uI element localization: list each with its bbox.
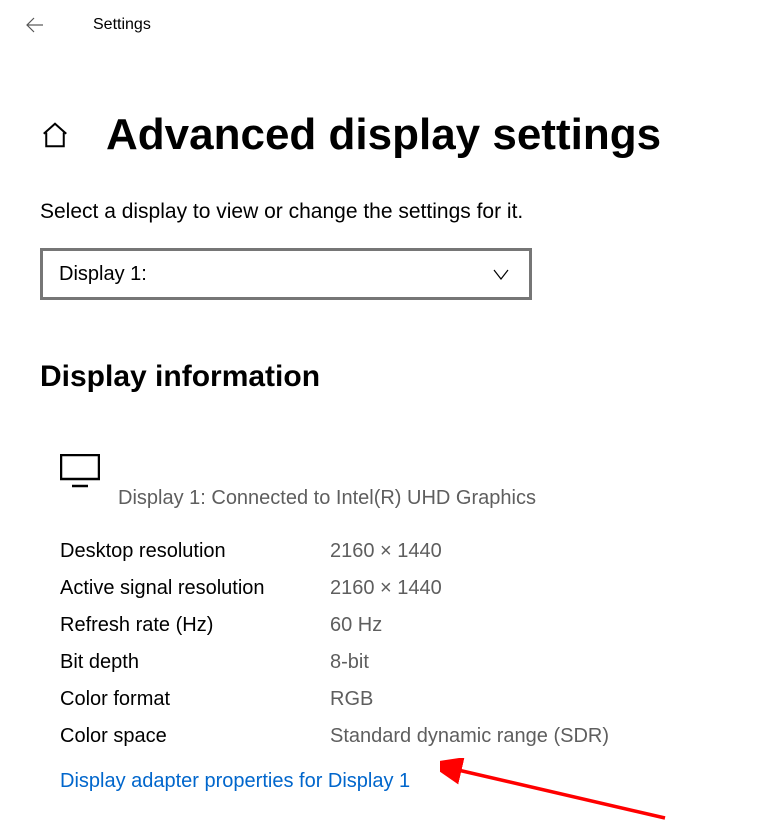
chevron-down-icon — [489, 262, 513, 286]
info-row: Refresh rate (Hz) 60 Hz — [60, 614, 726, 637]
info-row: Color format RGB — [60, 688, 726, 711]
display-adapter-properties-link[interactable]: Display adapter properties for Display 1 — [60, 770, 410, 793]
info-value: RGB — [330, 688, 373, 711]
info-value: 8-bit — [330, 651, 369, 674]
info-row: Active signal resolution 2160 × 1440 — [60, 577, 726, 600]
info-row: Desktop resolution 2160 × 1440 — [60, 540, 726, 563]
monitor-icon — [60, 454, 100, 488]
info-label: Refresh rate (Hz) — [60, 614, 330, 637]
header-bar: Settings — [0, 0, 766, 50]
display-select-dropdown[interactable]: Display 1: — [40, 248, 532, 300]
info-value: 60 Hz — [330, 614, 382, 637]
info-label: Bit depth — [60, 651, 330, 674]
info-row: Bit depth 8-bit — [60, 651, 726, 674]
back-arrow-icon[interactable] — [20, 10, 50, 40]
dropdown-selected-value: Display 1: — [59, 263, 147, 286]
info-value: 2160 × 1440 — [330, 540, 442, 563]
info-value: 2160 × 1440 — [330, 577, 442, 600]
info-label: Active signal resolution — [60, 577, 330, 600]
display-info-table: Desktop resolution 2160 × 1440 Active si… — [60, 540, 726, 748]
instruction-text: Select a display to view or change the s… — [40, 200, 726, 224]
monitor-label: Display 1: Connected to Intel(R) UHD Gra… — [118, 487, 726, 510]
home-icon[interactable] — [40, 120, 70, 150]
monitor-block: Display 1: Connected to Intel(R) UHD Gra… — [60, 454, 726, 510]
header-title: Settings — [93, 16, 151, 34]
section-heading: Display information — [40, 360, 726, 394]
info-label: Color space — [60, 725, 330, 748]
page-title: Advanced display settings — [106, 110, 661, 160]
info-label: Color format — [60, 688, 330, 711]
page-title-row: Advanced display settings — [40, 110, 726, 160]
info-value: Standard dynamic range (SDR) — [330, 725, 609, 748]
info-label: Desktop resolution — [60, 540, 330, 563]
info-row: Color space Standard dynamic range (SDR) — [60, 725, 726, 748]
